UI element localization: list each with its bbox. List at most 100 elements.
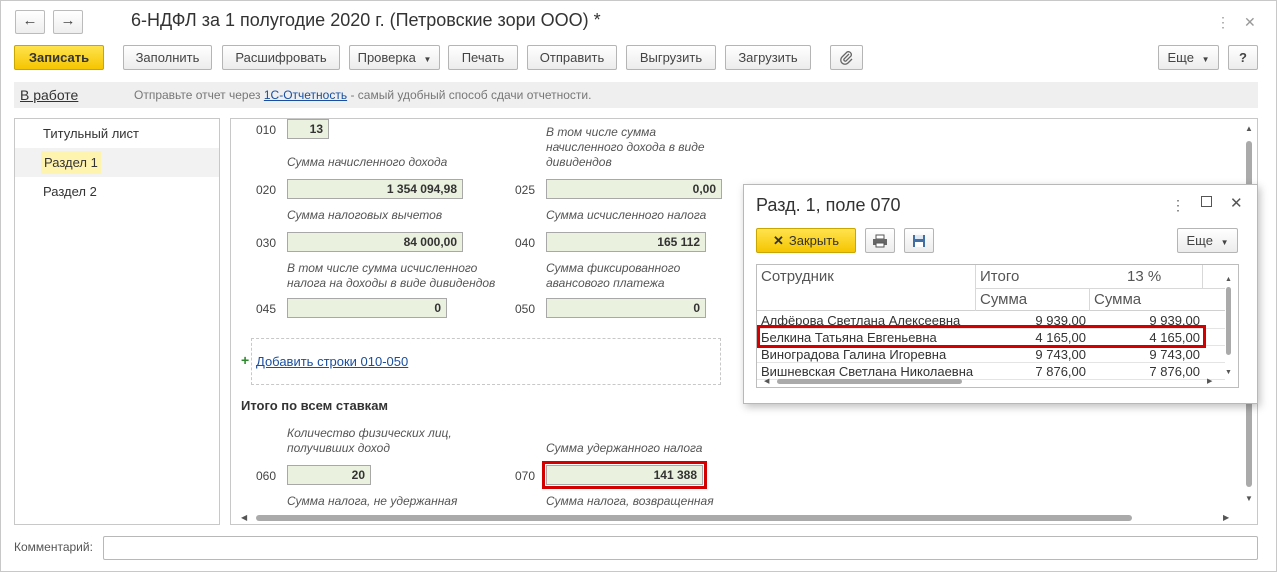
dropdown-arrow-icon: ▼ (1201, 55, 1210, 64)
scroll-left-icon[interactable]: ◀ (241, 513, 247, 522)
grid-scroll-right-icon[interactable]: ▶ (1207, 377, 1212, 385)
add-rows-area: + Добавить строки 010-050 (241, 338, 721, 385)
popup-save-button[interactable] (904, 228, 934, 253)
printer-icon (873, 234, 887, 248)
caption-080: Сумма налога, не удержанная (287, 494, 458, 508)
import-button[interactable]: Загрузить (725, 45, 811, 70)
field-040[interactable]: 165 112 (546, 232, 706, 252)
grid-horizontal-scrollbar[interactable] (777, 379, 962, 384)
caption-010-dividends: В том числе сумма начисленного дохода в … (546, 125, 705, 169)
scroll-up-icon[interactable]: ▲ (1245, 124, 1253, 133)
check-button[interactable]: Проверка ▼ (349, 45, 440, 70)
grid-scroll-down-icon[interactable]: ▼ (1225, 369, 1232, 376)
caption-040: Сумма исчисленного налога (546, 208, 707, 222)
reporting-link[interactable]: 1С-Отчетность (264, 88, 347, 102)
grid-vertical-scrollbar[interactable] (1226, 287, 1231, 355)
field-025[interactable]: 0,00 (546, 179, 722, 199)
status-bar: В работе Отправьте отчет через 1С-Отчетн… (14, 82, 1258, 108)
employee-name: Вишневская Светлана Николаевна (761, 364, 974, 379)
column-header-sum-total[interactable]: Сумма (980, 291, 1027, 308)
rate-value: 7 876,00 (1149, 364, 1200, 379)
check-label: Проверка (357, 50, 416, 65)
floppy-disk-icon (913, 235, 925, 247)
comment-input[interactable] (103, 536, 1258, 560)
save-button[interactable]: Записать (14, 45, 104, 70)
section-item-section-2[interactable]: Раздел 2 (15, 177, 219, 206)
status-hint-suffix: - самый удобный способ сдачи отчетности. (350, 88, 592, 102)
column-header-rate[interactable]: 13 % (1127, 268, 1161, 285)
caption-050: Сумма фиксированного авансового платежа (546, 261, 681, 290)
maximize-icon[interactable] (1201, 196, 1212, 207)
code-060: 060 (256, 469, 277, 483)
report-window: ← → 6-НДФЛ за 1 полугодие 2020 г. (Петро… (0, 0, 1277, 572)
forward-button[interactable]: → (53, 10, 83, 34)
header-divider (975, 288, 1225, 289)
grid-scroll-left-icon[interactable]: ◀ (764, 377, 769, 385)
more-button[interactable]: Еще ▼ (1158, 45, 1219, 70)
comment-label: Комментарий: (14, 540, 93, 554)
status-hint: Отправьте отчет через 1С-Отчетность - са… (134, 88, 591, 102)
attach-button[interactable] (830, 45, 863, 70)
more-menu-icon[interactable]: ⋮ (1216, 14, 1230, 31)
export-button[interactable]: Выгрузить (626, 45, 716, 70)
window-title: 6-НДФЛ за 1 полугодие 2020 г. (Петровски… (131, 10, 601, 30)
popup-print-button[interactable] (865, 228, 895, 253)
more-label: Еще (1167, 50, 1194, 65)
caption-020: Сумма начисленного дохода (287, 155, 448, 169)
back-button[interactable]: ← (15, 10, 45, 34)
sections-list: Титульный лист Раздел 1 Раздел 2 (14, 118, 220, 525)
field-020[interactable]: 1 354 094,98 (287, 179, 463, 199)
scroll-right-icon[interactable]: ▶ (1223, 513, 1229, 522)
column-divider (1202, 265, 1203, 288)
column-header-sum-rate[interactable]: Сумма (1094, 291, 1141, 308)
field-030[interactable]: 84 000,00 (287, 232, 463, 252)
popup-more-button[interactable]: Еще ▼ (1177, 228, 1238, 253)
caption-090: Сумма налога, возвращенная (546, 494, 714, 508)
horizontal-scrollbar[interactable] (256, 515, 1132, 521)
employees-table: Сотрудник Итого 13 % Сумма Сумма Алфёров… (756, 264, 1239, 388)
code-040: 040 (515, 236, 536, 250)
dropdown-arrow-icon: ▼ (423, 55, 432, 64)
arrow-left-icon: ← (22, 12, 38, 29)
rate-value: 9 743,00 (1149, 347, 1200, 362)
print-button[interactable]: Печать (448, 45, 518, 70)
popup-close-icon[interactable]: ✕ (1230, 194, 1243, 212)
close-label: Закрыть (788, 233, 839, 248)
field-070-popup: Разд. 1, поле 070 ⋮ ✕ ✕ Закрыть Еще ▼ Сот… (743, 184, 1258, 404)
field-060[interactable]: 20 (287, 465, 371, 485)
field-050[interactable]: 0 (546, 298, 706, 318)
column-header-employee[interactable]: Сотрудник (761, 268, 834, 285)
table-row[interactable]: Виноградова Галина Игоревна 9 743,00 9 7… (757, 346, 1225, 363)
code-070: 070 (515, 469, 536, 483)
code-050: 050 (515, 302, 536, 316)
popup-close-button[interactable]: ✕ Закрыть (756, 228, 856, 253)
totals-heading: Итого по всем ставкам (241, 398, 389, 413)
close-icon[interactable]: ✕ (1244, 14, 1256, 31)
scroll-down-icon[interactable]: ▼ (1245, 494, 1253, 503)
paperclip-icon (839, 51, 852, 65)
plus-icon: + (241, 352, 250, 368)
highlight-field-070 (542, 461, 707, 489)
add-rows-link[interactable]: Добавить строки 010-050 (256, 354, 408, 369)
total-value: 7 876,00 (1035, 364, 1086, 379)
close-x-icon: ✕ (773, 233, 784, 248)
help-button[interactable]: ? (1228, 45, 1258, 70)
field-010[interactable]: 13 (287, 119, 329, 139)
section-item-title-page[interactable]: Титульный лист (15, 119, 219, 148)
decode-button[interactable]: Расшифровать (222, 45, 340, 70)
code-010: 010 (256, 123, 277, 137)
send-button[interactable]: Отправить (527, 45, 617, 70)
status-state-link[interactable]: В работе (20, 87, 78, 103)
section-item-section-1[interactable]: Раздел 1 (15, 148, 219, 177)
grid-scroll-up-icon[interactable]: ▲ (1225, 276, 1232, 283)
table-row[interactable]: Вишневская Светлана Николаевна 7 876,00 … (757, 363, 1225, 380)
employee-name: Виноградова Галина Игоревна (761, 347, 947, 362)
column-header-total[interactable]: Итого (980, 268, 1019, 285)
popup-more-icon[interactable]: ⋮ (1171, 197, 1185, 214)
column-divider (1089, 288, 1090, 311)
caption-030: Сумма налоговых вычетов (287, 208, 443, 222)
fill-button[interactable]: Заполнить (123, 45, 212, 70)
arrow-right-icon: → (60, 12, 76, 29)
field-045[interactable]: 0 (287, 298, 447, 318)
total-value: 9 743,00 (1035, 347, 1086, 362)
